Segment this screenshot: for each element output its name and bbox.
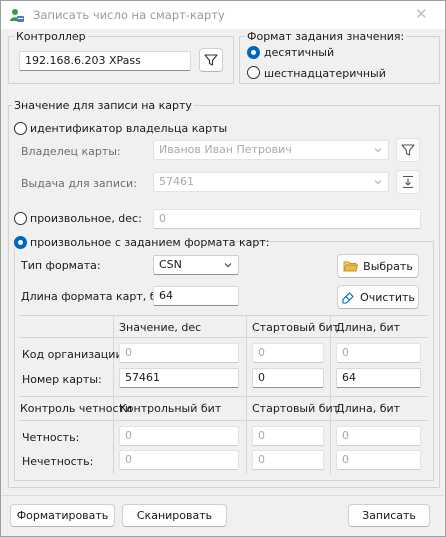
header-start: Стартовый бит — [252, 321, 340, 334]
footer-divider — [2, 495, 444, 496]
type-combo[interactable]: CSN — [153, 255, 239, 275]
controller-field[interactable]: 192.168.6.203 XPass — [19, 51, 191, 71]
close-icon[interactable]: ✕ — [415, 6, 428, 22]
clear-button-label: Очистить — [360, 290, 415, 304]
issue-expand-button[interactable] — [396, 170, 420, 194]
window-title: Записать число на смарт-карту — [33, 8, 225, 22]
format-option-label: произвольное с заданием формата карт: — [30, 236, 270, 249]
hex-radio[interactable] — [247, 66, 260, 79]
parity-header-line — [19, 420, 428, 421]
chevron-down-icon — [374, 180, 382, 185]
card-number-start-field[interactable]: 0 — [252, 368, 324, 388]
org-code-value-field[interactable]: 0 — [119, 343, 239, 363]
card-number-label: Номер карты: — [22, 373, 102, 386]
parity-header-bit: Контрольный бит — [119, 402, 222, 415]
parity-header-length: Длина, бит — [336, 402, 401, 415]
controller-filter-button[interactable] — [199, 48, 223, 72]
header-length: Длина, бит — [336, 321, 401, 334]
folder-icon — [343, 261, 359, 272]
even-bit-field[interactable]: 0 — [119, 426, 239, 446]
owner-label: Владелец карты: — [21, 145, 121, 158]
odd-parity-label: Нечетность: — [22, 455, 94, 468]
type-combo-value: CSN — [159, 258, 182, 271]
table-header-line — [19, 337, 428, 338]
owner-filter-button[interactable] — [396, 138, 420, 162]
value-legend: Значение для записи на карту — [12, 99, 194, 112]
decimal-label: десятичный — [264, 46, 335, 59]
card-number-value-field[interactable]: 57461 — [119, 368, 239, 388]
odd-length-field[interactable]: 0 — [336, 450, 421, 470]
even-start-field[interactable]: 0 — [252, 426, 324, 446]
choose-button[interactable]: Выбрать — [337, 254, 419, 278]
owner-combo-value: Иванов Иван Петрович — [159, 143, 292, 156]
length-label: Длина формата карт, бит: — [21, 290, 174, 303]
org-code-label: Код организации — [22, 348, 123, 361]
card-number-length-field[interactable]: 64 — [336, 368, 421, 388]
write-button[interactable]: Записать — [348, 504, 430, 527]
format-radio[interactable] — [14, 236, 27, 249]
hex-label: шестнадцатеричный — [264, 67, 386, 80]
parity-header-start: Стартовый бит — [252, 402, 340, 415]
arbitrary-dec-field[interactable]: 0 — [153, 209, 421, 229]
length-field[interactable]: 64 — [153, 286, 239, 306]
issue-combo[interactable]: 57461 — [153, 172, 389, 192]
odd-bit-field[interactable]: 0 — [119, 450, 239, 470]
funnel-icon — [401, 144, 415, 156]
chevron-down-icon — [224, 263, 232, 268]
controller-legend: Контроллер — [14, 30, 88, 43]
col-divider — [246, 315, 247, 396]
write-button-label: Записать — [362, 509, 416, 522]
arbitrary-radio[interactable] — [14, 212, 27, 225]
write-card-dialog: Записать число на смарт-карту ✕ Контролл… — [0, 0, 446, 537]
scan-button-label: Сканировать — [136, 509, 213, 522]
format-button-label: Форматировать — [16, 509, 109, 522]
parity-header-control: Контроль четности — [20, 402, 133, 415]
user-card-icon — [9, 7, 25, 23]
choose-button-label: Выбрать — [363, 259, 413, 273]
owner-radio[interactable] — [14, 122, 27, 135]
clear-button[interactable]: Очистить — [337, 285, 419, 309]
funnel-icon — [204, 54, 218, 66]
even-length-field[interactable]: 0 — [336, 426, 421, 446]
expand-icon — [403, 175, 413, 189]
owner-combo[interactable]: Иванов Иван Петрович — [153, 140, 389, 160]
issue-label: Выдача для записи: — [21, 177, 137, 190]
odd-start-field[interactable]: 0 — [252, 450, 324, 470]
scan-button[interactable]: Сканировать — [122, 504, 227, 527]
issue-combo-value: 57461 — [159, 175, 194, 188]
even-parity-label: Четность: — [22, 431, 80, 444]
chevron-down-icon — [374, 148, 382, 153]
type-label: Тип формата: — [21, 259, 101, 272]
decimal-radio[interactable] — [247, 46, 260, 59]
format-button[interactable]: Форматировать — [10, 504, 115, 527]
table-bottom-line — [19, 396, 428, 397]
arbitrary-option-label: произвольное, dec: — [30, 212, 142, 225]
col-divider — [246, 396, 247, 474]
eraser-icon — [342, 291, 354, 304]
org-code-length-field[interactable]: 0 — [336, 343, 421, 363]
org-code-start-field[interactable]: 0 — [252, 343, 324, 363]
owner-option-label: идентификатор владельца карты — [30, 122, 228, 135]
format-legend: Формат задания значения: — [245, 30, 407, 43]
header-value: Значение, dec — [119, 321, 202, 334]
table-top-line — [19, 315, 428, 316]
